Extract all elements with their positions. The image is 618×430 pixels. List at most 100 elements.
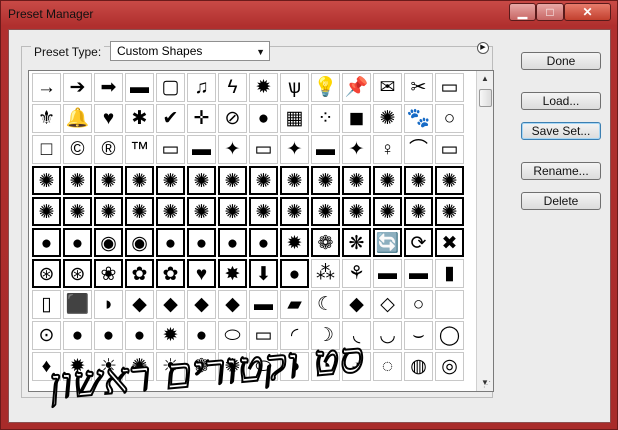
shape-preset-cell[interactable]: ❁ <box>311 228 340 257</box>
shape-preset-cell[interactable]: ⬛ <box>63 290 92 319</box>
shape-preset-cell[interactable]: ▭ <box>435 73 464 102</box>
shape-preset-cell[interactable]: ✹ <box>280 228 309 257</box>
shape-preset-cell[interactable]: ✺ <box>311 197 340 226</box>
shape-preset-cell[interactable]: ◇ <box>373 290 402 319</box>
shape-preset-cell[interactable]: © <box>63 135 92 164</box>
shape-preset-cell[interactable]: ▬ <box>311 135 340 164</box>
shape-preset-cell[interactable]: ✺ <box>63 197 92 226</box>
shape-preset-cell[interactable]: ✖ <box>435 228 464 257</box>
shape-preset-cell[interactable]: ✹ <box>249 73 278 102</box>
shape-preset-cell[interactable]: ® <box>94 135 123 164</box>
shape-preset-cell[interactable]: ⊛ <box>32 259 61 288</box>
shape-preset-cell[interactable]: ✦ <box>280 135 309 164</box>
shape-preset-cell[interactable]: ▬ <box>249 290 278 319</box>
shape-preset-cell[interactable]: ♀ <box>373 135 402 164</box>
preset-type-select[interactable]: Custom Shapes ▼ <box>110 41 270 61</box>
shape-preset-cell[interactable]: ✺ <box>218 197 247 226</box>
shape-preset-cell[interactable]: ● <box>63 321 92 350</box>
shape-preset-cell[interactable]: ѱ <box>280 73 309 102</box>
maximize-button[interactable]: □ <box>536 3 564 21</box>
shape-preset-cell[interactable]: ✺ <box>63 166 92 195</box>
shape-preset-cell[interactable]: ✺ <box>125 166 154 195</box>
shape-preset-cell[interactable] <box>435 290 464 319</box>
shape-preset-cell[interactable]: ✂ <box>404 73 433 102</box>
shape-preset-cell[interactable]: ☾ <box>311 290 340 319</box>
load-button[interactable]: Load... <box>521 92 601 110</box>
shape-preset-cell[interactable]: ✺ <box>187 197 216 226</box>
shape-preset-cell[interactable]: ⚘ <box>342 259 371 288</box>
shape-preset-cell[interactable]: ✉ <box>373 73 402 102</box>
shape-preset-cell[interactable]: ✺ <box>249 197 278 226</box>
shape-preset-cell[interactable]: ✺ <box>342 166 371 195</box>
shape-preset-cell[interactable]: ✱ <box>125 104 154 133</box>
shape-preset-cell[interactable]: ✺ <box>32 197 61 226</box>
shape-preset-cell[interactable]: ✿ <box>156 259 185 288</box>
shape-preset-cell[interactable]: ⊙ <box>32 321 61 350</box>
done-button[interactable]: Done <box>521 52 601 70</box>
shape-preset-cell[interactable]: ❀ <box>94 259 123 288</box>
shape-preset-cell[interactable]: ✺ <box>249 166 278 195</box>
shape-preset-cell[interactable]: ▰ <box>280 290 309 319</box>
shape-preset-cell[interactable]: 📌 <box>342 73 371 102</box>
shape-preset-cell[interactable]: ♫ <box>187 73 216 102</box>
shape-preset-cell[interactable]: ♥ <box>94 104 123 133</box>
shape-preset-cell[interactable]: ✺ <box>156 166 185 195</box>
shape-preset-cell[interactable]: ▭ <box>249 135 278 164</box>
shape-preset-cell[interactable]: ⌣ <box>404 321 433 350</box>
shape-preset-cell[interactable]: ⌒ <box>404 135 433 164</box>
shape-preset-cell[interactable]: ✺ <box>373 104 402 133</box>
shape-preset-cell[interactable]: □ <box>32 135 61 164</box>
shape-preset-cell[interactable]: ✦ <box>218 135 247 164</box>
shape-preset-cell[interactable]: ™ <box>125 135 154 164</box>
shape-preset-cell[interactable]: ◎ <box>435 352 464 381</box>
shape-preset-cell[interactable]: ◡ <box>373 321 402 350</box>
shape-preset-cell[interactable]: 🐾 <box>404 104 433 133</box>
scroll-thumb[interactable] <box>479 89 492 107</box>
shape-preset-cell[interactable]: ✺ <box>94 166 123 195</box>
shape-preset-cell[interactable]: ◯ <box>435 321 464 350</box>
shape-preset-cell[interactable]: ● <box>280 259 309 288</box>
shape-preset-cell[interactable]: ▮ <box>435 259 464 288</box>
shape-preset-cell[interactable]: ● <box>187 228 216 257</box>
shape-preset-cell[interactable]: ✺ <box>373 197 402 226</box>
shape-preset-cell[interactable]: ✺ <box>342 197 371 226</box>
shape-preset-cell[interactable]: ◉ <box>94 228 123 257</box>
shape-preset-cell[interactable]: ➡ <box>94 73 123 102</box>
shape-preset-cell[interactable]: → <box>32 73 61 102</box>
shape-preset-cell[interactable]: ⚜ <box>32 104 61 133</box>
shape-preset-cell[interactable]: ▬ <box>125 73 154 102</box>
shape-preset-cell[interactable]: ❋ <box>342 228 371 257</box>
shape-preset-cell[interactable]: 🔄 <box>373 228 402 257</box>
shape-preset-cell[interactable]: 💡 <box>311 73 340 102</box>
shape-preset-cell[interactable]: ✺ <box>32 166 61 195</box>
shape-preset-cell[interactable]: ➔ <box>63 73 92 102</box>
shape-preset-cell[interactable]: ● <box>32 228 61 257</box>
shape-preset-cell[interactable]: ● <box>249 228 278 257</box>
shape-preset-cell[interactable]: ✺ <box>373 166 402 195</box>
shape-preset-cell[interactable]: ✺ <box>404 197 433 226</box>
scroll-up-icon[interactable]: ▲ <box>477 71 493 87</box>
shape-preset-cell[interactable]: ⬇ <box>249 259 278 288</box>
shape-preset-cell[interactable]: ◗ <box>94 290 123 319</box>
shape-preset-cell[interactable]: ⟳ <box>404 228 433 257</box>
shape-preset-cell[interactable]: ▭ <box>156 135 185 164</box>
shape-preset-cell[interactable]: ✺ <box>218 166 247 195</box>
shape-preset-cell[interactable]: ✺ <box>404 166 433 195</box>
panel-menu-icon[interactable]: ▶ <box>477 42 489 54</box>
shape-preset-cell[interactable]: ◆ <box>156 290 185 319</box>
shape-preset-cell[interactable]: ✺ <box>435 166 464 195</box>
shape-preset-cell[interactable]: ϟ <box>218 73 247 102</box>
shape-preset-cell[interactable]: ◍ <box>404 352 433 381</box>
shape-preset-cell[interactable]: ⁂ <box>311 259 340 288</box>
close-button[interactable]: ✕ <box>564 3 611 21</box>
shape-preset-cell[interactable]: ◆ <box>342 290 371 319</box>
shape-preset-cell[interactable]: ✺ <box>187 166 216 195</box>
shape-preset-cell[interactable]: ▭ <box>435 135 464 164</box>
shape-preset-cell[interactable]: ▯ <box>32 290 61 319</box>
shape-preset-cell[interactable]: ⊘ <box>218 104 247 133</box>
shape-preset-cell[interactable]: ● <box>156 228 185 257</box>
resize-grip-icon[interactable]: ⋰ <box>483 380 491 389</box>
shape-preset-cell[interactable]: 🔔 <box>63 104 92 133</box>
shape-preset-cell[interactable]: ● <box>94 321 123 350</box>
shape-preset-cell[interactable]: ◉ <box>125 228 154 257</box>
